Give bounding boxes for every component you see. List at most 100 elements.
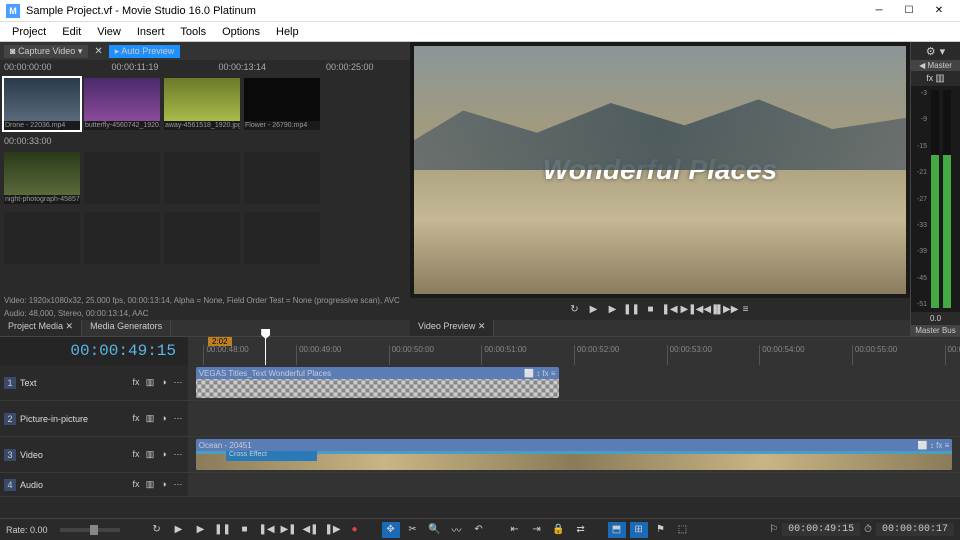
lock-icon[interactable]: 🔒 bbox=[550, 522, 568, 538]
media-slot-empty[interactable] bbox=[84, 152, 160, 204]
marker-icon[interactable]: ⚑ bbox=[652, 522, 670, 538]
more-icon[interactable]: ⋯ bbox=[172, 413, 184, 424]
track-body[interactable] bbox=[188, 473, 960, 496]
menu-icon[interactable]: ≡ bbox=[738, 301, 754, 317]
menu-edit[interactable]: Edit bbox=[54, 26, 89, 38]
menu-project[interactable]: Project bbox=[4, 26, 54, 38]
loop-icon[interactable]: ↻ bbox=[567, 301, 583, 317]
media-item[interactable]: Drone - 22036.mp4 bbox=[4, 78, 80, 130]
timeline-current-time[interactable]: 00:00:49:15 bbox=[70, 342, 176, 360]
media-item[interactable]: Flower - 26790.mp4 bbox=[244, 78, 320, 130]
track-header[interactable]: 1 Text fx▥◑⋯ bbox=[0, 365, 188, 400]
play-icon[interactable]: ▶ bbox=[605, 301, 621, 317]
tool-normal-icon[interactable]: ✥ bbox=[382, 522, 400, 538]
mute-icon[interactable]: ▥ bbox=[144, 377, 156, 388]
media-slot-empty[interactable] bbox=[4, 212, 80, 264]
go-start-icon[interactable]: ❚◀ bbox=[258, 522, 276, 538]
solo-icon[interactable]: ◑ bbox=[158, 449, 170, 460]
tool-cut-icon[interactable]: ✂ bbox=[404, 522, 422, 538]
track-body[interactable] bbox=[188, 401, 960, 436]
rate-slider[interactable] bbox=[60, 528, 120, 532]
maximize-button[interactable]: ☐ bbox=[894, 1, 924, 21]
minimize-button[interactable]: ─ bbox=[864, 1, 894, 21]
go-start-icon[interactable]: ◀◀❚ bbox=[700, 301, 716, 317]
go-end-icon[interactable]: ▶❚ bbox=[280, 522, 298, 538]
footer-timecode-current[interactable]: 00:00:49:15 bbox=[782, 523, 860, 536]
mute-icon[interactable]: ▥ bbox=[144, 449, 156, 460]
media-slot-empty[interactable] bbox=[164, 152, 240, 204]
quantize-icon[interactable]: ⊞ bbox=[630, 522, 648, 538]
solo-icon[interactable]: ◑ bbox=[158, 377, 170, 388]
auto-ripple-icon[interactable]: ⬚ bbox=[674, 522, 692, 538]
tab-media-generators[interactable]: Media Generators bbox=[82, 320, 171, 336]
snap-icon[interactable]: ⬒ bbox=[608, 522, 626, 538]
timeline-ruler[interactable]: 2:02 00:00:48:00 00:00:49:00 00:00:50:00… bbox=[188, 337, 960, 365]
settings-icon[interactable]: ⚙ bbox=[926, 45, 936, 58]
next-frame-icon[interactable]: ▶❚ bbox=[681, 301, 697, 317]
track-header[interactable]: 2 Picture-in-picture fx▥◑⋯ bbox=[0, 401, 188, 436]
menu-options[interactable]: Options bbox=[214, 26, 268, 38]
tool-envelope-icon[interactable]: 〰 bbox=[448, 522, 466, 538]
undo-icon[interactable]: ↶ bbox=[470, 522, 488, 538]
fx-icon[interactable]: fx bbox=[130, 449, 142, 460]
tool-zoom-icon[interactable]: 🔍 bbox=[426, 522, 444, 538]
media-slot-empty[interactable] bbox=[164, 212, 240, 264]
media-item[interactable]: away-4561518_1920.jpg bbox=[164, 78, 240, 130]
trim-out-icon[interactable]: ⇥ bbox=[528, 522, 546, 538]
pause-icon[interactable]: ❚❚ bbox=[214, 522, 232, 538]
menu-help[interactable]: Help bbox=[268, 26, 307, 38]
record-icon[interactable]: ● bbox=[346, 522, 364, 538]
more-icon[interactable]: ⋯ bbox=[172, 479, 184, 490]
play-start-icon[interactable]: ▶ bbox=[170, 522, 188, 538]
fx-icon[interactable]: fx bbox=[130, 377, 142, 388]
trim-in-icon[interactable]: ⇤ bbox=[506, 522, 524, 538]
fx-icon[interactable]: fx bbox=[926, 73, 933, 84]
pause-icon[interactable]: ❚❚ bbox=[624, 301, 640, 317]
media-slot-empty[interactable] bbox=[244, 212, 320, 264]
close-panel-icon[interactable]: ✕ bbox=[94, 46, 102, 57]
menu-tools[interactable]: Tools bbox=[172, 26, 214, 38]
next-frame-icon[interactable]: ❚▶ bbox=[324, 522, 342, 538]
solo-icon[interactable]: ◑ bbox=[158, 413, 170, 424]
track-body[interactable]: VEGAS Titles_Text Wonderful Places⬜ ↕ fx… bbox=[188, 365, 960, 400]
tc-label: 00:00:33:00 bbox=[4, 136, 52, 146]
clip-label[interactable]: VEGAS Titles_Text Wonderful Places⬜ ↕ fx… bbox=[196, 367, 559, 379]
mute-icon[interactable]: ▥ bbox=[144, 479, 156, 490]
capture-video-button[interactable]: ◙ Capture Video ▾ bbox=[4, 45, 88, 58]
go-end-icon[interactable]: ❚▶▶ bbox=[719, 301, 735, 317]
menu-insert[interactable]: Insert bbox=[129, 26, 173, 38]
more-icon[interactable]: ⋯ bbox=[172, 377, 184, 388]
media-slot-empty[interactable] bbox=[84, 212, 160, 264]
footer-timecode-duration[interactable]: 00:00:00:17 bbox=[876, 523, 954, 536]
pin-icon[interactable]: ▾ bbox=[940, 45, 946, 58]
media-item[interactable]: night-photograph-4585759_1920.jpg bbox=[4, 152, 80, 204]
tab-project-media[interactable]: Project Media ✕ bbox=[0, 320, 82, 336]
fx-icon[interactable]: fx bbox=[130, 479, 142, 490]
solo-icon[interactable]: ◑ bbox=[158, 479, 170, 490]
menu-view[interactable]: View bbox=[89, 26, 129, 38]
clip-label[interactable]: Ocean - 20451⬜ ↕ fx ≡ bbox=[196, 439, 953, 451]
tab-video-preview[interactable]: Video Preview ✕ bbox=[410, 320, 494, 336]
playhead[interactable] bbox=[265, 337, 266, 365]
fx-icon[interactable]: fx bbox=[130, 413, 142, 424]
prev-frame-icon[interactable]: ❚◀ bbox=[662, 301, 678, 317]
stop-icon[interactable]: ■ bbox=[236, 522, 254, 538]
aux-icon[interactable]: ▥ bbox=[935, 73, 944, 84]
stop-icon[interactable]: ■ bbox=[643, 301, 659, 317]
loop-icon[interactable]: ↻ bbox=[148, 522, 166, 538]
auto-preview-button[interactable]: ▸ Auto Preview bbox=[109, 45, 181, 58]
close-button[interactable]: ✕ bbox=[924, 1, 954, 21]
play-start-icon[interactable]: ▶ bbox=[586, 301, 602, 317]
mute-icon[interactable]: ▥ bbox=[144, 413, 156, 424]
track-body[interactable]: Ocean - 20451⬜ ↕ fx ≡ Cross Effect bbox=[188, 437, 960, 472]
more-icon[interactable]: ⋯ bbox=[172, 449, 184, 460]
media-item[interactable]: butterfly-4560742_1920.jpg bbox=[84, 78, 160, 130]
video-preview[interactable]: Wonderful Places bbox=[414, 46, 906, 294]
cross-effect[interactable]: Cross Effect bbox=[226, 451, 317, 461]
play-icon[interactable]: ▶ bbox=[192, 522, 210, 538]
media-slot-empty[interactable] bbox=[244, 152, 320, 204]
ripple-icon[interactable]: ⇄ bbox=[572, 522, 590, 538]
track-header[interactable]: 3 Video fx▥◑⋯ bbox=[0, 437, 188, 472]
prev-frame-icon[interactable]: ◀❚ bbox=[302, 522, 320, 538]
track-header[interactable]: 4 Audio fx▥◑⋯ bbox=[0, 473, 188, 496]
